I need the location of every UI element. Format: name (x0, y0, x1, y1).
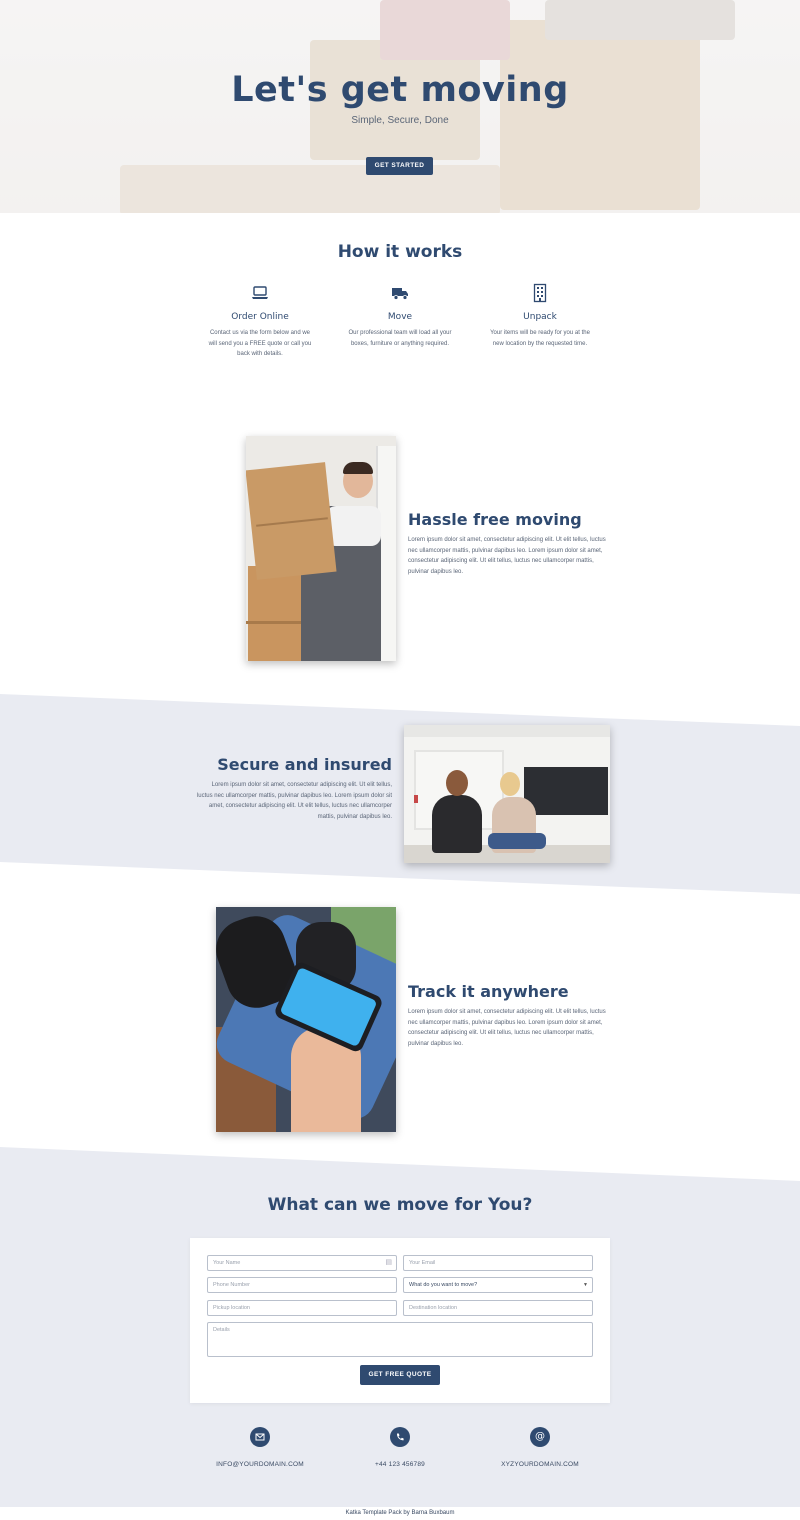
step-description: Our professional team will load all your… (348, 330, 452, 347)
move-type-select[interactable]: What do you want to move? ▼ (403, 1277, 593, 1293)
name-field-placeholder: Your Name (213, 1260, 241, 1266)
mover-photo (246, 436, 396, 661)
building-icon (533, 283, 547, 303)
footer: Katka Template Pack by Barna Buxbaum (0, 1507, 800, 1520)
quote-section-title: What can we move for You? (267, 1195, 533, 1215)
feature-text: Lorem ipsum dolor sit amet, consectetur … (408, 537, 606, 575)
phone-field-placeholder: Phone Number (213, 1282, 250, 1288)
contact-email-label: INFO@YOURDOMAIN.COM (216, 1461, 304, 1468)
footer-credit: Katka Template Pack by Barna Buxbaum (345, 1510, 455, 1516)
name-field[interactable]: Your Name ▤ (207, 1255, 397, 1271)
phone-icon (390, 1427, 410, 1447)
feature-text: Lorem ipsum dolor sit amet, consectetur … (196, 782, 392, 820)
step-title: Unpack (523, 312, 557, 322)
feature-title: Hassle free moving (408, 510, 582, 529)
step-title: Order Online (231, 312, 289, 322)
hero-title: Let's get moving (231, 70, 569, 110)
step-order-online: Order Online Contact us via the form bel… (205, 283, 315, 360)
contact-website[interactable]: @ XYZYOURDOMAIN.COM (470, 1427, 610, 1468)
hero-section: Let's get moving Simple, Secure, Done GE… (0, 0, 800, 213)
envelope-icon (250, 1427, 270, 1447)
contact-email[interactable]: INFO@YOURDOMAIN.COM (190, 1427, 330, 1468)
feature-title: Track it anywhere (408, 982, 569, 1001)
email-field[interactable]: Your Email (403, 1255, 593, 1271)
laptop-icon (252, 286, 268, 299)
step-unpack: Unpack Your items will be ready for you … (485, 283, 595, 349)
contact-phone[interactable]: +44 123 456789 (330, 1427, 470, 1468)
email-field-placeholder: Your Email (409, 1260, 436, 1266)
details-placeholder: Details (213, 1327, 230, 1333)
truck-icon (392, 288, 408, 300)
move-type-value: What do you want to move? (409, 1282, 478, 1288)
pickup-location-field[interactable]: Pickup location (207, 1300, 397, 1316)
details-textarea[interactable]: Details (207, 1322, 593, 1357)
hero-subtitle: Simple, Secure, Done (351, 115, 449, 126)
destination-location-placeholder: Destination location (409, 1305, 458, 1311)
feature-text: Lorem ipsum dolor sit amet, consectetur … (408, 1009, 606, 1047)
contact-phone-label: +44 123 456789 (375, 1461, 425, 1468)
get-free-quote-button[interactable]: GET FREE QUOTE NOW (360, 1365, 440, 1398)
phone-photo (216, 907, 396, 1132)
feature-band-background (0, 694, 800, 894)
how-it-works-title: How it works (337, 242, 463, 262)
get-started-button[interactable]: GET STARTED (366, 157, 433, 175)
chevron-down-icon: ▼ (583, 1282, 588, 1288)
step-description: Contact us via the form below and we wil… (208, 330, 312, 357)
pickup-location-placeholder: Pickup location (213, 1305, 250, 1311)
destination-location-field[interactable]: Destination location (403, 1300, 593, 1316)
couple-photo (404, 725, 610, 863)
phone-field[interactable]: Phone Number (207, 1277, 397, 1293)
feature-title: Secure and insured (217, 755, 392, 774)
step-description: Your items will be ready for you at the … (490, 330, 590, 347)
step-move: Move Our professional team will load all… (345, 283, 455, 349)
at-sign-icon: @ (530, 1427, 550, 1447)
contact-website-label: XYZYOURDOMAIN.COM (501, 1461, 579, 1468)
step-title: Move (387, 312, 413, 322)
contact-card-icon: ▤ (385, 1259, 392, 1266)
